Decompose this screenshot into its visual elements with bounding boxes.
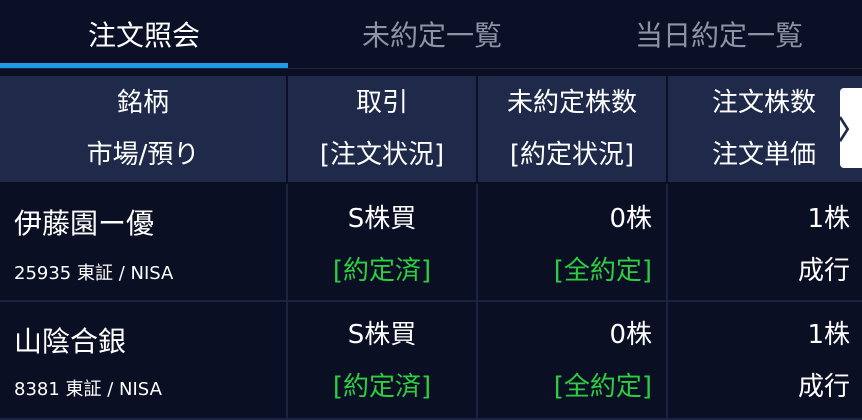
header-fill-status-label: [約定状況] [509,140,635,170]
order-status: [約定済] [332,256,432,286]
column-divider [286,302,288,418]
column-divider [476,184,478,300]
tab-order-inquiry[interactable]: 注文照会 [0,0,288,68]
header-trade-label: 取引 [355,88,408,118]
header-order-price-label: 注文単価 [711,140,816,170]
trade-type: S株買 [347,204,417,234]
header-order-qty-label: 注文株数 [711,88,816,118]
header-unfilled-label: 未約定株数 [506,88,637,118]
header-order-status-label: [注文状況] [319,140,445,170]
trade-type: S株買 [347,320,417,350]
header-market-label: 市場/預り [86,140,200,170]
column-header-unfilled: 未約定株数 [約定状況] [478,76,666,182]
stock-name: 山陰合銀 [14,325,127,358]
column-header-trade: 取引 [注文状況] [288,76,476,182]
tab-divider [0,68,862,69]
stock-market: 25935 東証 / NISA [14,263,174,284]
order-qty: 1株 [807,320,850,350]
tab-bar: 注文照会 未約定一覧 当日約定一覧 [0,0,862,69]
column-header-stock: 銘柄 市場/預り [0,76,286,182]
stock-market: 8381 東証 / NISA [14,379,162,400]
scroll-right-button[interactable]: 〉 [838,88,862,168]
column-divider [286,76,288,182]
fill-status: [全約定] [553,256,652,286]
table-header: 銘柄 市場/預り 取引 [注文状況] 未約定株数 [約定状況] 注文株数 注文単… [0,76,862,182]
tab-unfilled-list[interactable]: 未約定一覧 [288,0,576,68]
column-header-order-qty: 注文株数 注文単価 [668,76,860,182]
order-price: 成行 [797,256,850,286]
header-stock-label: 銘柄 [116,88,169,118]
column-divider [666,76,668,182]
column-divider [476,302,478,418]
stock-name: 伊藤園ー優 [14,207,155,240]
unfilled-qty: 0株 [609,204,652,234]
column-divider [286,184,288,300]
chevron-right-icon: 〉 [838,115,862,146]
column-divider [666,184,668,300]
order-qty: 1株 [807,204,850,234]
tab-today-fills[interactable]: 当日約定一覧 [576,0,862,68]
table-row[interactable]: 伊藤園ー優 25935 東証 / NISA S株買 [約定済] 0株 [全約定]… [0,184,862,302]
column-divider [666,302,668,418]
column-divider [476,76,478,182]
fill-status: [全約定] [553,372,652,402]
order-status: [約定済] [332,372,432,402]
order-price: 成行 [797,372,850,402]
table-row[interactable]: 山陰合銀 8381 東証 / NISA S株買 [約定済] 0株 [全約定] 1… [0,302,862,420]
unfilled-qty: 0株 [609,320,652,350]
